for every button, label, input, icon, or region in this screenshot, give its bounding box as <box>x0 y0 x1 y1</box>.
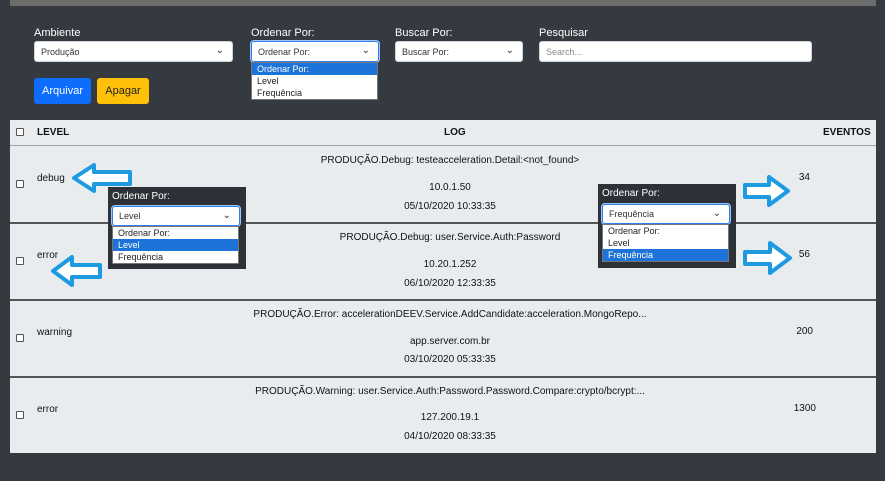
popup-sort-select[interactable]: Level ⌄ <box>112 206 240 226</box>
table-row: error PRODUÇÃO.Warning: user.Service.Aut… <box>10 378 876 455</box>
popup-option[interactable]: Frequência <box>603 249 728 261</box>
arrow-left-icon <box>51 255 102 287</box>
sort-popup-level: Ordenar Por: Level ⌄ Ordenar Por: Level … <box>108 187 246 269</box>
row-checkbox[interactable] <box>16 257 24 265</box>
row-log-message: PRODUÇÃO.Warning: user.Service.Auth:Pass… <box>255 386 645 397</box>
popup-sort-value: Frequência <box>609 209 655 219</box>
row-checkbox[interactable] <box>16 180 24 188</box>
delete-button[interactable]: Apagar <box>97 78 149 104</box>
buscar-select[interactable]: Buscar Por: ⌄ <box>395 41 523 62</box>
table-row: warning PRODUÇÃO.Error: accelerationDEEV… <box>10 301 876 378</box>
row-checkbox[interactable] <box>16 334 24 342</box>
row-level: error <box>37 404 59 415</box>
pesquisar-label: Pesquisar <box>539 27 588 39</box>
top-bar <box>10 0 876 6</box>
select-all-checkbox[interactable] <box>16 128 24 136</box>
chevron-down-icon: ⌄ <box>215 45 224 56</box>
row-checkbox[interactable] <box>16 411 24 419</box>
popup-option[interactable]: Level <box>603 237 728 249</box>
log-table: LEVEL LOG EVENTOS debug PRODUÇÃO.Debug: … <box>10 120 876 453</box>
archive-button[interactable]: Arquivar <box>34 78 91 104</box>
popup-option[interactable]: Ordenar Por: <box>603 225 728 237</box>
popup-sort-value: Level <box>119 211 141 221</box>
ordenar-dropdown-list: Ordenar Por: Level Frequência <box>251 62 378 100</box>
row-level: warning <box>37 327 73 338</box>
popup-option[interactable]: Level <box>113 239 238 251</box>
ordenar-option[interactable]: Frequência <box>252 87 377 99</box>
popup-sort-select[interactable]: Frequência ⌄ <box>602 204 730 224</box>
popup-option[interactable]: Frequência <box>113 251 238 263</box>
row-log-date: 06/10/2020 12:33:35 <box>404 278 496 289</box>
ambiente-select[interactable]: Produção ⌄ <box>34 41 233 62</box>
ordenar-option[interactable]: Ordenar Por: <box>252 63 377 75</box>
row-log-host: app.server.com.br <box>409 336 491 347</box>
row-level: debug <box>37 173 65 184</box>
search-input[interactable]: Search... <box>539 41 812 62</box>
popup-option[interactable]: Ordenar Por: <box>113 227 238 239</box>
buscar-select-value: Buscar Por: <box>402 46 450 57</box>
row-log-date: 03/10/2020 05:33:35 <box>404 354 496 365</box>
header-log: LOG <box>444 127 466 138</box>
ordenar-label: Ordenar Por: <box>251 27 315 39</box>
ordenar-option[interactable]: Level <box>252 75 377 87</box>
chevron-down-icon: ⌄ <box>712 208 721 219</box>
header-level: LEVEL <box>37 127 70 138</box>
row-log-message: PRODUÇÃO.Error: accelerationDEEV.Service… <box>253 309 647 320</box>
row-log-host: 127.200.19.1 <box>420 412 480 423</box>
chevron-down-icon: ⌄ <box>505 45 514 56</box>
arrow-right-icon <box>743 241 792 275</box>
buscar-label: Buscar Por: <box>395 27 453 39</box>
chevron-down-icon: ⌄ <box>361 45 370 56</box>
row-log-date: 04/10/2020 08:33:35 <box>404 431 496 442</box>
row-log-message: PRODUÇÃO.Debug: testeacceleration.Detail… <box>320 155 580 166</box>
table-header: LEVEL LOG EVENTOS <box>10 120 876 146</box>
popup-dropdown-list: Ordenar Por: Level Frequência <box>602 224 729 262</box>
row-events: 1300 <box>793 403 816 414</box>
sort-popup-frequencia: Ordenar Por: Frequência ⌄ Ordenar Por: L… <box>598 184 736 268</box>
popup-title: Ordenar Por: <box>602 188 660 199</box>
chevron-down-icon: ⌄ <box>222 210 231 221</box>
header-eventos: EVENTOS <box>823 127 871 138</box>
popup-dropdown-list: Ordenar Por: Level Frequência <box>112 226 239 264</box>
arrow-left-icon <box>72 163 132 193</box>
search-placeholder: Search... <box>546 46 583 57</box>
ordenar-select-value: Ordenar Por: <box>258 46 311 57</box>
ambiente-select-value: Produção <box>41 46 80 57</box>
row-events: 200 <box>796 326 813 337</box>
ambiente-label: Ambiente <box>34 27 81 39</box>
ordenar-select[interactable]: Ordenar Por: ⌄ <box>251 41 379 62</box>
arrow-right-icon <box>743 175 790 207</box>
